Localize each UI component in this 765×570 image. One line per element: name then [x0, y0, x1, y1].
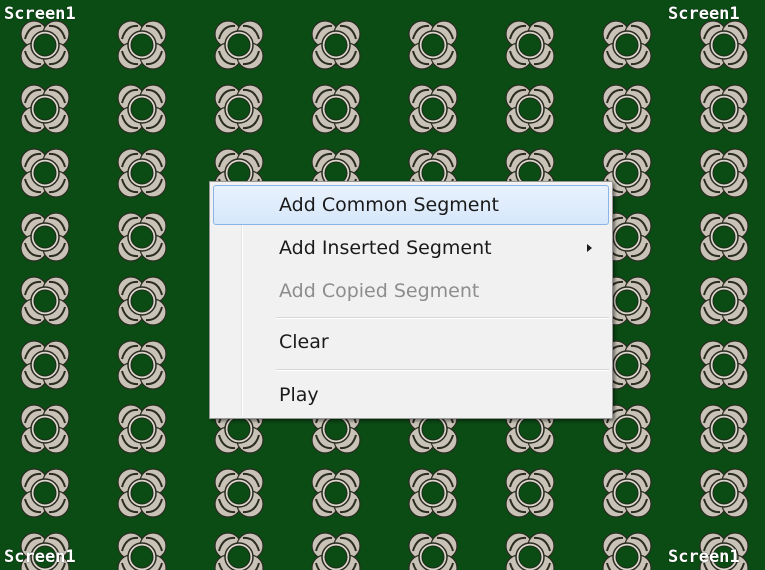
flower-tile-icon — [117, 148, 167, 198]
flower-tile-icon — [20, 468, 70, 518]
menu-item-clear[interactable]: Clear — [213, 322, 609, 362]
flower-tile-icon — [311, 532, 361, 570]
flower-tile-icon — [20, 404, 70, 454]
flower-tile-icon — [699, 468, 749, 518]
flower-tile-icon — [311, 20, 361, 70]
flower-tile-icon — [311, 84, 361, 134]
submenu-arrow-icon — [587, 244, 592, 252]
flower-tile-icon — [20, 276, 70, 326]
flower-tile-icon — [20, 84, 70, 134]
screen-label-bottom-right: Screen1 — [668, 547, 740, 567]
menu-item-label: Add Common Segment — [279, 194, 499, 216]
flower-tile-icon — [699, 340, 749, 390]
flower-tile-icon — [699, 212, 749, 262]
flower-tile-icon — [699, 404, 749, 454]
flower-tile-icon — [214, 468, 264, 518]
flower-tile-icon — [117, 340, 167, 390]
flower-tile-icon — [408, 468, 458, 518]
menu-item-add-common-segment[interactable]: Add Common Segment — [213, 185, 609, 225]
menu-item-label: Play — [279, 384, 319, 406]
flower-tile-icon — [117, 212, 167, 262]
screen-label-top-right: Screen1 — [668, 4, 740, 24]
flower-tile-icon — [505, 84, 555, 134]
screen-canvas[interactable]: Screen1 Screen1 Screen1 Screen1 Add Comm… — [0, 0, 765, 570]
menu-separator — [276, 369, 609, 371]
flower-tile-icon — [699, 84, 749, 134]
flower-tile-icon — [214, 532, 264, 570]
flower-tile-icon — [408, 84, 458, 134]
menu-item-label: Clear — [279, 331, 329, 353]
flower-tile-icon — [117, 84, 167, 134]
flower-tile-icon — [699, 276, 749, 326]
menu-item-label: Add Inserted Segment — [279, 237, 492, 259]
menu-item-add-inserted-segment[interactable]: Add Inserted Segment — [213, 228, 609, 268]
menu-separator — [276, 317, 609, 319]
flower-tile-icon — [117, 20, 167, 70]
flower-tile-icon — [602, 468, 652, 518]
flower-tile-icon — [408, 20, 458, 70]
flower-tile-icon — [602, 20, 652, 70]
flower-tile-icon — [20, 340, 70, 390]
flower-tile-icon — [408, 532, 458, 570]
flower-tile-icon — [602, 84, 652, 134]
flower-tile-icon — [20, 20, 70, 70]
flower-tile-icon — [505, 468, 555, 518]
menu-item-play[interactable]: Play — [213, 375, 609, 415]
flower-tile-icon — [214, 20, 264, 70]
flower-tile-icon — [117, 532, 167, 570]
menu-item-add-copied-segment: Add Copied Segment — [213, 271, 609, 311]
flower-tile-icon — [20, 212, 70, 262]
flower-tile-icon — [20, 148, 70, 198]
flower-tile-icon — [699, 20, 749, 70]
flower-tile-icon — [117, 468, 167, 518]
flower-tile-icon — [311, 468, 361, 518]
flower-tile-icon — [699, 148, 749, 198]
context-menu: Add Common Segment Add Inserted Segment … — [209, 181, 613, 419]
screen-label-bottom-left: Screen1 — [4, 547, 76, 567]
menu-item-label: Add Copied Segment — [279, 280, 480, 302]
flower-tile-icon — [602, 532, 652, 570]
flower-tile-icon — [505, 532, 555, 570]
flower-tile-icon — [505, 20, 555, 70]
flower-tile-icon — [214, 84, 264, 134]
flower-tile-icon — [117, 276, 167, 326]
screen-label-top-left: Screen1 — [4, 4, 76, 24]
flower-tile-icon — [117, 404, 167, 454]
